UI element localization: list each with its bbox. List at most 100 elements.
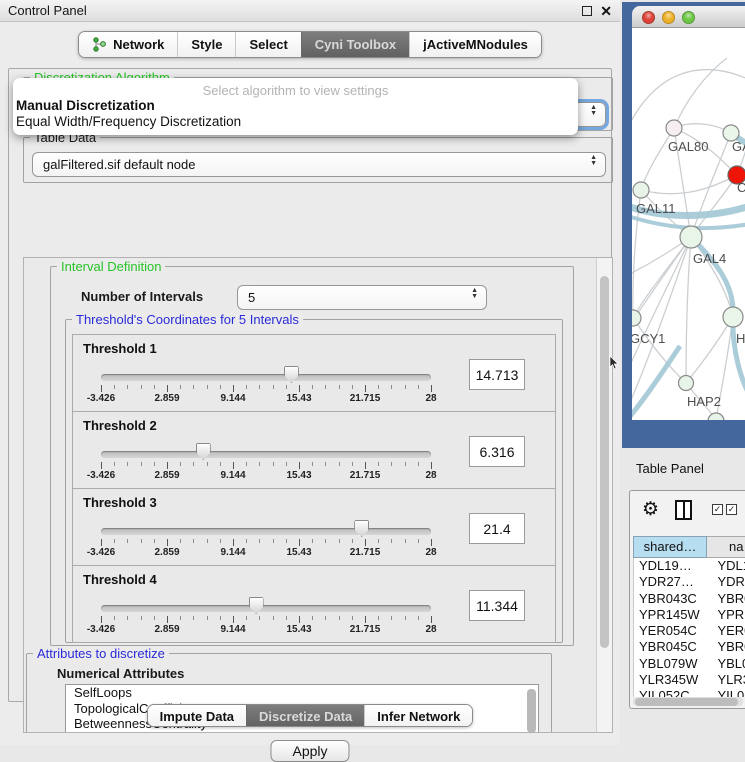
cell-name[interactable]: YPR14 — [707, 607, 745, 623]
network-node[interactable] — [680, 226, 702, 248]
checkbox-icon[interactable]: ✓ — [726, 504, 737, 515]
tab-select[interactable]: Select — [235, 32, 300, 57]
table-row[interactable]: YER054CYER05 — [634, 623, 745, 639]
cell-shared-name[interactable]: YPR145W — [634, 607, 707, 623]
minimize-light[interactable] — [662, 11, 675, 24]
cell-name[interactable]: YER05 — [707, 623, 745, 639]
slider-ticks — [101, 539, 431, 546]
node-label: GAL4 — [693, 251, 726, 266]
cell-name[interactable]: YBR04 — [707, 639, 745, 655]
float-window-icon[interactable] — [582, 6, 592, 16]
close-icon[interactable]: ✕ — [600, 2, 612, 20]
tab-style[interactable]: Style — [177, 32, 235, 57]
threshold-box: Threshold 1-3.4262.8599.14415.4321.71528… — [72, 334, 556, 412]
algorithm-dropdown-popup: Select algorithm to view settings Manual… — [13, 78, 578, 135]
cell-shared-name[interactable]: YDL19… — [634, 558, 707, 574]
network-node[interactable] — [632, 310, 641, 326]
slider-track[interactable] — [101, 528, 431, 535]
cell-shared-name[interactable]: YER054C — [634, 623, 707, 639]
network-node[interactable] — [679, 376, 694, 391]
checkbox-icon[interactable]: ✓ — [712, 504, 723, 515]
attribute-list-item[interactable]: SelfLoops — [66, 685, 538, 701]
node-label: H — [736, 331, 745, 346]
network-canvas[interactable]: GAL80GACGAL11GAL4GCY1HHAP2 — [632, 28, 745, 420]
num-intervals-combobox[interactable]: 5 ▲▼ — [237, 285, 487, 310]
network-node[interactable] — [666, 120, 682, 136]
table-row[interactable]: YPR145WYPR14 — [634, 607, 745, 623]
column-header-shared-name[interactable]: shared… — [633, 536, 707, 558]
tab-discretize-data[interactable]: Discretize Data — [246, 705, 364, 727]
tab-network[interactable]: Network — [79, 32, 177, 57]
gear-icon[interactable]: ⚙ — [642, 498, 659, 521]
top-tab-group: Network StyleSelectCyni Toolbox jActiveMNo… — [78, 31, 542, 58]
settings-scrollpane: Interval Definition Number of Intervals … — [23, 257, 613, 733]
attributes-group-title: Attributes to discretize — [33, 646, 169, 661]
zoom-light[interactable] — [682, 11, 695, 24]
tab-label: Network — [113, 37, 164, 52]
network-node[interactable] — [633, 182, 649, 198]
tab-infer-network[interactable]: Infer Network — [364, 705, 472, 727]
node-table: shared… na YDL19…YDL19YDR27…YDR27YBR043C… — [633, 536, 745, 697]
tab-label: jActiveMNodules — [423, 37, 528, 52]
table-panel: ⚙ ✓ ✓ shared… na YDL19…YDL19YDR27…YDR27Y… — [629, 490, 745, 709]
cell-shared-name[interactable]: YDR27… — [634, 574, 707, 590]
table-row[interactable]: YLR345WYLR34 — [634, 672, 745, 688]
algorithm-menu-item[interactable]: Equal Width/Frequency Discretization — [13, 114, 578, 130]
algorithm-popup-hint: Select algorithm to view settings — [13, 78, 578, 98]
cell-shared-name[interactable]: YBL079W — [634, 656, 707, 672]
cell-name[interactable]: YBL07 — [707, 656, 745, 672]
network-node[interactable] — [708, 413, 724, 420]
algorithm-menu-item[interactable]: Manual Discretization — [13, 98, 578, 114]
settings-vertical-scrollbar[interactable] — [596, 258, 612, 732]
cell-shared-name[interactable]: YBR043C — [634, 591, 707, 607]
slider-track[interactable] — [101, 374, 431, 381]
table-row[interactable]: YIL052CYIL05 — [634, 688, 745, 697]
column-header-name[interactable]: na — [707, 536, 745, 558]
combo-arrows-icon: ▲▼ — [471, 288, 478, 300]
slider-track[interactable] — [101, 605, 431, 612]
node-label: GAL80 — [668, 139, 708, 154]
network-node[interactable] — [723, 307, 743, 327]
top-tabbar: Network StyleSelectCyni Toolbox jActiveMNo… — [0, 31, 620, 58]
split-columns-icon[interactable] — [675, 500, 692, 520]
scrollbar-thumb[interactable] — [635, 698, 738, 706]
bottom-tab-group: Impute Data Discretize Data Infer Network — [147, 704, 474, 727]
table-row[interactable]: YBR043CYBR04 — [634, 591, 745, 607]
close-light[interactable] — [642, 11, 655, 24]
threshold-label: Threshold 2 — [83, 418, 157, 433]
tab-jactivemnodules[interactable]: jActiveMNodules — [409, 32, 541, 57]
table-panel-header: Table Panel — [622, 456, 745, 482]
scrollbar-thumb[interactable] — [600, 276, 609, 648]
slider-tick-labels: -3.4262.8599.14415.4321.71528 — [101, 470, 431, 483]
threshold-value-field[interactable]: 6.316 — [469, 436, 525, 467]
cell-name[interactable]: YDL19 — [707, 558, 745, 574]
table-data-combobox[interactable]: galFiltered.sif default node ▲▼ — [32, 152, 606, 177]
cell-name[interactable]: YDR27 — [707, 574, 745, 590]
threshold-value-field[interactable]: 11.344 — [469, 590, 525, 621]
cell-name[interactable]: YLR34 — [707, 672, 745, 688]
cell-name[interactable]: YIL05 — [707, 688, 745, 697]
cell-name[interactable]: YBR04 — [707, 591, 745, 607]
cell-shared-name[interactable]: YBR045C — [634, 639, 707, 655]
thresholds-group-title: Threshold's Coordinates for 5 Intervals — [72, 312, 303, 327]
table-row[interactable]: YDL19…YDL19 — [634, 558, 745, 574]
screen: { "control_panel": { "title": "Control P… — [0, 0, 745, 745]
slider-ticks — [101, 385, 431, 392]
tab-label: Discretize Data — [259, 709, 352, 724]
slider-track[interactable] — [101, 451, 431, 458]
threshold-value-field[interactable]: 14.713 — [469, 359, 525, 390]
node-label: GA — [732, 139, 745, 154]
tab-impute-data[interactable]: Impute Data — [148, 705, 246, 727]
slider-tick-labels: -3.4262.8599.14415.4321.71528 — [101, 624, 431, 637]
table-row[interactable]: YBR045CYBR04 — [634, 639, 745, 655]
table-horizontal-scrollbar[interactable] — [633, 697, 743, 706]
table-row[interactable]: YDR27…YDR27 — [634, 574, 745, 590]
table-row[interactable]: YBL079WYBL07 — [634, 656, 745, 672]
cell-shared-name[interactable]: YIL052C — [634, 688, 707, 697]
num-intervals-value: 5 — [248, 290, 255, 305]
apply-button[interactable]: Apply — [270, 740, 349, 762]
table-data-group: Table Data galFiltered.sif default node … — [23, 137, 613, 183]
cell-shared-name[interactable]: YLR345W — [634, 672, 707, 688]
threshold-value-field[interactable]: 21.4 — [469, 513, 525, 544]
tab-cyni-toolbox[interactable]: Cyni Toolbox — [301, 32, 409, 57]
